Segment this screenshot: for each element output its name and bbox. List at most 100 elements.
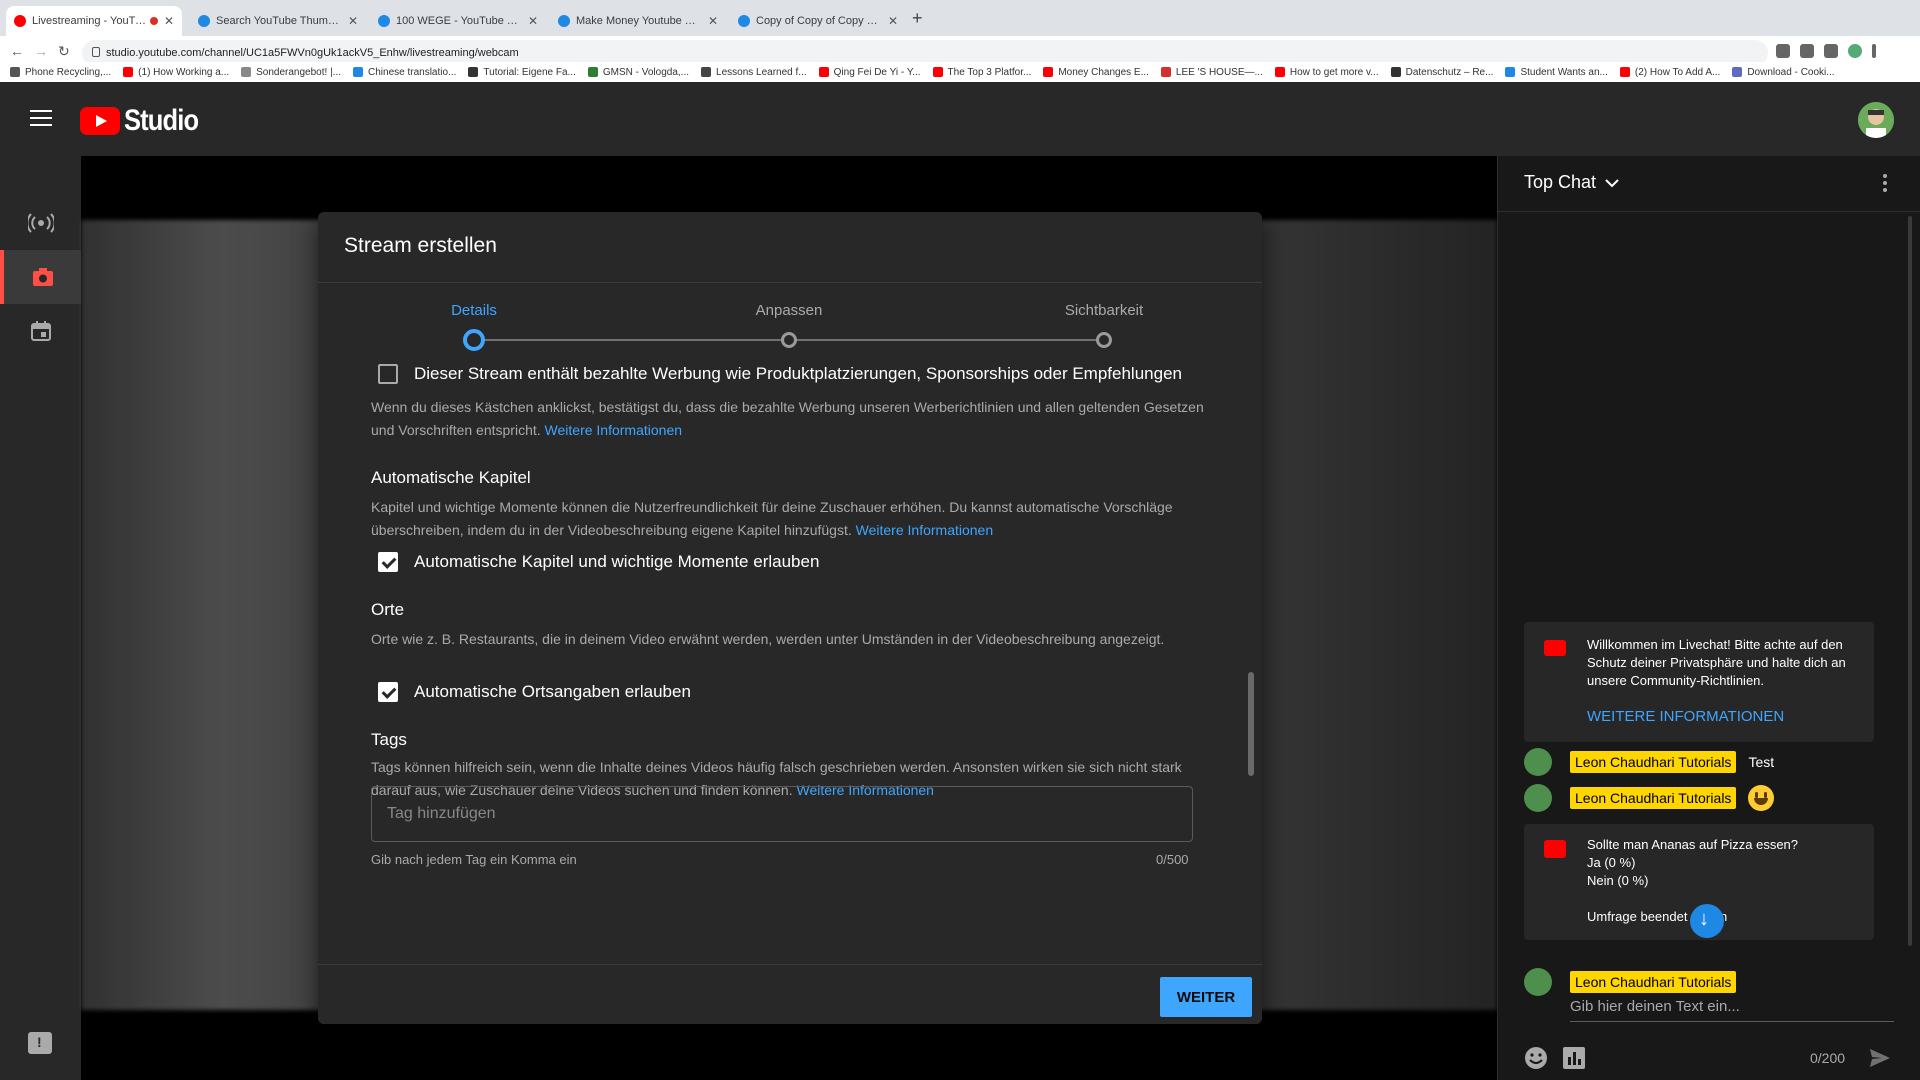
auto-chapters-checkbox[interactable] [378,552,398,572]
close-tab-icon[interactable]: ✕ [888,14,898,28]
tab-title: 100 WEGE - YouTube Thumbna [396,15,522,27]
checkbox-label: Automatische Kapitel und wichtige Moment… [414,552,820,571]
bookmarks-bar: Phone Recycling,... (1) How Working a... S… [0,62,1920,82]
bookmark-item[interactable]: Tutorial: Eigene Fa... [468,67,576,78]
browser-menu-icon[interactable] [1872,44,1876,58]
paid-promotion-checkbox[interactable] [378,364,398,384]
bookmark-favicon-icon [123,67,134,77]
scroll-down-button[interactable] [1690,904,1724,938]
input-author: Leon Chaudhari Tutorials [1524,968,1737,996]
bookmark-item[interactable]: Sonderangebot! |... [241,67,341,78]
chapters-description: Kapitel und wichtige Momente können die … [371,496,1211,542]
bookmark-favicon-icon [1274,67,1285,77]
chat-scrollbar[interactable] [1908,216,1912,946]
author-name-badge: Leon Chaudhari Tutorials [1570,787,1737,809]
browser-tab[interactable]: Livestreaming - YouTube S ✕ [6,6,182,36]
bookmark-item[interactable]: Datenschutz – Re... [1390,66,1494,78]
rail-item-webcam[interactable] [0,250,81,304]
send-icon[interactable] [1868,1046,1892,1070]
bookmark-item[interactable]: Chinese translatio... [353,67,456,78]
reading-list-icon[interactable] [1824,44,1838,58]
youtube-studio-logo[interactable]: Studio [80,104,211,138]
welcome-more-info-link[interactable]: WEITERE INFORMATIONEN [1587,708,1784,725]
bookmark-item[interactable]: LEE 'S HOUSE—... [1160,67,1263,78]
tab-title: Search YouTube Thumbnail - C [216,15,342,27]
step-dot-details[interactable] [463,329,485,351]
close-tab-icon[interactable]: ✕ [528,14,538,28]
welcome-text: Willkommen im Livechat! Bitte achte auf … [1587,637,1846,688]
welcome-card: Willkommen im Livechat! Bitte achte auf … [1524,622,1874,742]
close-tab-icon[interactable]: ✕ [708,14,718,28]
back-icon[interactable]: ← [10,43,24,59]
emoji-icon[interactable] [1524,1046,1548,1070]
bookmark-item[interactable]: (2) How To Add A... [1619,67,1720,78]
bookmark-item[interactable]: Download - Cooki... [1732,67,1835,78]
bookmark-label: How to get more v... [1289,66,1379,78]
camera-icon [32,268,53,286]
bookmark-item[interactable]: How to get more v... [1274,66,1379,78]
description-text: Kapitel und wichtige Momente können die … [371,499,1173,538]
bookmark-label: Datenschutz – Re... [1405,66,1494,78]
more-options-icon[interactable] [1883,174,1889,194]
close-tab-icon[interactable]: ✕ [164,14,174,28]
poll-chart-icon[interactable] [1562,1046,1586,1070]
next-button[interactable]: WEITER [1160,977,1252,1017]
step-visibility[interactable]: Sichtbarkeit [1065,302,1143,319]
extensions-icon[interactable] [1800,44,1814,58]
bookmark-item[interactable]: Money Changes E... [1043,67,1149,78]
poll-option: Nein (0 %) [1587,873,1649,888]
more-info-link[interactable]: Weitere Informationen [545,422,682,438]
browser-tab[interactable]: 100 WEGE - YouTube Thumbna ✕ [370,6,546,36]
step-dot-customize[interactable] [781,332,797,348]
bookmark-item[interactable]: The Top 3 Platfor... [932,67,1031,78]
bookmark-favicon-icon [1505,67,1516,77]
paid-promotion-checkbox-row[interactable]: Dieser Stream enthält bezahlte Werbung w… [378,364,1182,384]
message-text: Test [1748,754,1775,770]
reload-icon[interactable]: ↻ [58,43,70,60]
browser-tab[interactable]: Make Money Youtube Thumbn ✕ [550,6,726,36]
chat-mode-dropdown[interactable]: Top Chat [1524,172,1620,193]
hamburger-menu-icon[interactable] [30,110,52,128]
chat-message[interactable]: Leon Chaudhari Tutorials [1524,784,1775,812]
bookmark-favicon-icon [818,67,829,77]
chat-message-input[interactable]: Gib hier deinen Text ein... [1570,998,1894,1022]
step-details[interactable]: Details [451,302,497,319]
checkbox-label: Automatische Ortsangaben erlauben [414,682,691,701]
bookmark-label: Student Wants an... [1520,66,1608,78]
bookmark-favicon-icon [1390,67,1401,77]
bookmark-item[interactable]: Student Wants an... [1505,66,1608,78]
dialog-scrollbar[interactable] [1248,672,1254,776]
bookmark-item[interactable]: Phone Recycling,... [10,67,111,78]
auto-places-checkbox[interactable] [378,682,398,702]
left-navigation-rail [0,156,81,1080]
feedback-icon[interactable] [28,1032,52,1054]
create-stream-dialog: Stream erstellen Details Anpassen Sichtb… [318,212,1262,1024]
step-customize[interactable]: Anpassen [756,302,823,319]
browser-tab[interactable]: Copy of Copy of Copy of Copy ✕ [730,6,906,36]
bookmark-favicon-icon [10,67,20,77]
rail-item-manage[interactable] [0,304,81,358]
dialog-scroll-body: Dieser Stream enthält bezahlte Werbung w… [318,356,1262,962]
auto-chapters-checkbox-row[interactable]: Automatische Kapitel und wichtige Moment… [378,552,819,572]
new-tab-button[interactable]: + [912,8,923,29]
close-tab-icon[interactable]: ✕ [348,14,358,28]
more-info-link[interactable]: Weitere Informationen [856,522,993,538]
chat-message[interactable]: Leon Chaudhari Tutorials Test [1524,748,1774,776]
bookmark-item[interactable]: Qing Fei De Yi - Y... [818,67,921,78]
auto-places-checkbox-row[interactable]: Automatische Ortsangaben erlauben [378,682,691,702]
profile-icon[interactable] [1848,44,1862,58]
bookmark-item[interactable]: GMSN - Vologda,... [587,67,689,78]
browser-tab[interactable]: Search YouTube Thumbnail - C ✕ [190,6,366,36]
bookmark-favicon-icon [241,67,252,77]
author-name-badge: Leon Chaudhari Tutorials [1570,751,1737,773]
step-dot-visibility[interactable] [1096,332,1112,348]
forward-icon[interactable]: → [34,43,48,59]
bookmark-label: (1) How Working a... [138,66,230,78]
bookmark-item[interactable]: Lessons Learned f... [701,67,807,78]
tag-input[interactable]: Tag hinzufügen [371,786,1193,842]
bookmark-item[interactable]: (1) How Working a... [123,67,229,78]
camera-icon[interactable] [1776,44,1790,58]
rail-item-stream[interactable] [0,196,81,250]
paid-promotion-description: Wenn du dieses Kästchen anklickst, bestä… [371,396,1211,442]
account-avatar[interactable] [1858,102,1894,138]
